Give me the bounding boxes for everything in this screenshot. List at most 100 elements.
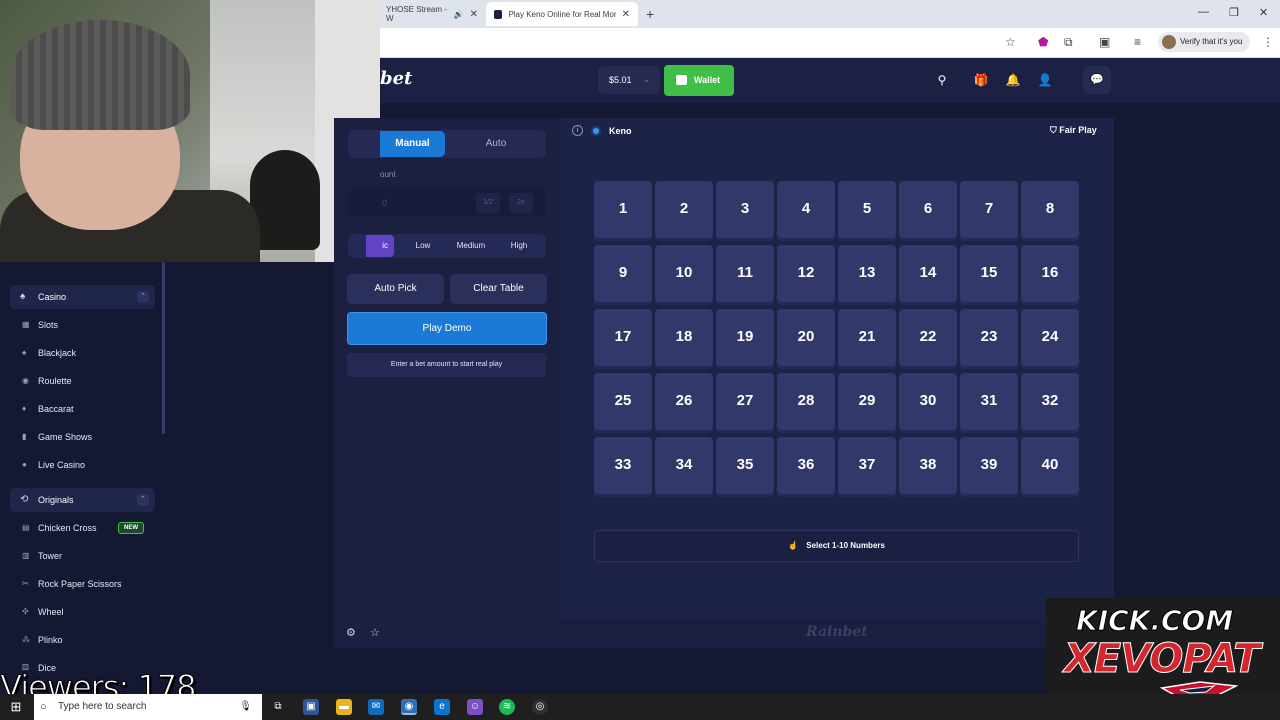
double-bet-button[interactable]: 2x <box>509 193 533 213</box>
mail-icon[interactable]: ✉ <box>368 699 384 715</box>
sidebar-item-tower[interactable]: ▥ Tower <box>22 548 152 564</box>
sidebar-item-blackjack[interactable]: ♠ Blackjack <box>22 345 152 361</box>
new-tab-button[interactable]: + <box>646 6 654 22</box>
chevron-up-icon[interactable]: ⌃ <box>137 291 149 303</box>
keno-tile[interactable]: 28 <box>777 373 835 433</box>
sidebar-group-casino[interactable]: ♠ Casino ⌃ <box>10 285 155 309</box>
close-icon[interactable]: ✕ <box>622 9 630 20</box>
keno-tile[interactable]: 5 <box>838 181 896 241</box>
keno-tile[interactable]: 36 <box>777 437 835 497</box>
chat-icon[interactable]: 💬 <box>1083 66 1111 94</box>
keno-tile[interactable]: 11 <box>716 245 774 305</box>
close-icon[interactable]: ✕ <box>470 9 478 20</box>
extension-shield-icon[interactable]: ⬟ <box>1038 35 1048 49</box>
sidebar-item-slots[interactable]: ▦ Slots <box>22 317 152 333</box>
keno-tile[interactable]: 32 <box>1021 373 1079 433</box>
keno-tile[interactable]: 14 <box>899 245 957 305</box>
edge-icon[interactable]: e <box>434 699 450 715</box>
keno-tile[interactable]: 12 <box>777 245 835 305</box>
reading-list-icon[interactable]: ≡ <box>1134 35 1141 49</box>
balance-selector[interactable]: $5.01 ⌄ <box>598 66 660 94</box>
gift-icon[interactable]: 🎁 <box>969 68 993 92</box>
settings-gear-icon[interactable]: ⚙ <box>346 626 356 639</box>
auto-pick-button[interactable]: Auto Pick <box>347 274 444 304</box>
bookmark-star-icon[interactable]: ☆ <box>1005 35 1016 49</box>
window-close-icon[interactable]: ✕ <box>1259 6 1268 19</box>
half-bet-button[interactable]: 1/2 <box>476 193 500 213</box>
keno-tile[interactable]: 16 <box>1021 245 1079 305</box>
keno-tile[interactable]: 27 <box>716 373 774 433</box>
keno-tile[interactable]: 10 <box>655 245 713 305</box>
tab-auto[interactable]: Auto <box>462 131 530 157</box>
keno-tile[interactable]: 17 <box>594 309 652 369</box>
task-view-icon[interactable]: ⧉ <box>270 699 286 715</box>
verify-identity-chip[interactable]: Verify that it's you <box>1158 32 1251 52</box>
keno-tile[interactable]: 35 <box>716 437 774 497</box>
keno-tile[interactable]: 40 <box>1021 437 1079 497</box>
chrome-icon[interactable]: ◉ <box>401 699 417 715</box>
keno-tile[interactable]: 8 <box>1021 181 1079 241</box>
keno-tile[interactable]: 19 <box>716 309 774 369</box>
screen-cast-icon[interactable]: ▣ <box>1099 35 1110 49</box>
sidebar-item-roulette[interactable]: ◉ Roulette <box>22 373 152 389</box>
tab-manual[interactable]: Manual <box>380 131 445 157</box>
keno-tile[interactable]: 13 <box>838 245 896 305</box>
keno-tile[interactable]: 20 <box>777 309 835 369</box>
favorite-star-icon[interactable]: ☆ <box>370 626 380 639</box>
obs-icon[interactable]: ◎ <box>532 699 548 715</box>
keno-tile[interactable]: 33 <box>594 437 652 497</box>
notification-bell-icon[interactable]: 🔔 <box>1001 68 1025 92</box>
keno-tile[interactable]: 18 <box>655 309 713 369</box>
browser-menu-icon[interactable]: ⋮ <box>1262 35 1274 49</box>
keno-tile[interactable]: 4 <box>777 181 835 241</box>
tab-stream[interactable]: YHOSE Stream - W 🔊 ✕ <box>378 2 486 26</box>
keno-tile[interactable]: 31 <box>960 373 1018 433</box>
minimize-icon[interactable]: — <box>1198 6 1209 18</box>
restore-icon[interactable]: ❐ <box>1229 6 1239 19</box>
sidebar-item-plinko[interactable]: ⁂ Plinko <box>22 632 152 648</box>
tab-keno[interactable]: Play Keno Online for Real Mone ✕ <box>486 2 638 26</box>
risk-option-low[interactable]: Low <box>404 235 442 257</box>
keno-tile[interactable]: 38 <box>899 437 957 497</box>
taskbar-search-input[interactable]: ○ Type here to search 🎙 <box>34 694 262 720</box>
keno-tile[interactable]: 39 <box>960 437 1018 497</box>
play-demo-button[interactable]: Play Demo <box>347 312 547 345</box>
file-explorer-icon[interactable]: ▬ <box>336 699 352 715</box>
speaker-icon[interactable]: 🔊 <box>454 10 464 19</box>
sidebar-item-baccarat[interactable]: ♦ Baccarat <box>22 401 152 417</box>
keno-tile[interactable]: 6 <box>899 181 957 241</box>
sidebar-item-chicken-cross[interactable]: ▤ Chicken Cross NEW <box>22 520 152 536</box>
microphone-icon[interactable]: 🎙 <box>239 694 252 720</box>
keno-tile[interactable]: 2 <box>655 181 713 241</box>
keno-tile[interactable]: 29 <box>838 373 896 433</box>
sidebar-item-wheel[interactable]: ✣ Wheel <box>22 604 152 620</box>
sidebar-group-originals[interactable]: ⟲ Originals ⌃ <box>10 488 155 512</box>
wallet-button[interactable]: Wallet <box>664 65 734 96</box>
clear-table-button[interactable]: Clear Table <box>450 274 547 304</box>
windows-start-icon[interactable]: ⊞ <box>8 699 24 715</box>
search-icon[interactable]: ⚲ <box>930 68 954 92</box>
keno-tile[interactable]: 9 <box>594 245 652 305</box>
keno-tile[interactable]: 34 <box>655 437 713 497</box>
extensions-puzzle-icon[interactable]: ⧉ <box>1064 35 1073 50</box>
keno-tile[interactable]: 24 <box>1021 309 1079 369</box>
store-icon[interactable]: ▣ <box>303 699 319 715</box>
user-profile-icon[interactable]: 👤 <box>1033 68 1057 92</box>
chevron-up-icon[interactable]: ⌃ <box>137 494 149 506</box>
keno-tile[interactable]: 30 <box>899 373 957 433</box>
keno-tile[interactable]: 23 <box>960 309 1018 369</box>
keno-tile[interactable]: 1 <box>594 181 652 241</box>
keno-tile[interactable]: 37 <box>838 437 896 497</box>
sidebar-item-rock-paper-scissors[interactable]: ✂ Rock Paper Scissors <box>22 576 152 592</box>
risk-option-classic[interactable]: ic <box>366 235 394 257</box>
risk-option-high[interactable]: High <box>500 235 538 257</box>
spotify-icon[interactable]: ≋ <box>499 699 515 715</box>
sidebar-scrollbar[interactable] <box>162 262 165 434</box>
sidebar-item-game-shows[interactable]: ▮ Game Shows <box>22 429 152 445</box>
sidebar-item-live-casino[interactable]: ● Live Casino <box>22 457 152 473</box>
keno-tile[interactable]: 26 <box>655 373 713 433</box>
keno-tile[interactable]: 3 <box>716 181 774 241</box>
site-logo[interactable]: bet <box>380 68 412 89</box>
keno-tile[interactable]: 21 <box>838 309 896 369</box>
fair-play-button[interactable]: ⛉ Fair Play <box>1050 125 1097 136</box>
